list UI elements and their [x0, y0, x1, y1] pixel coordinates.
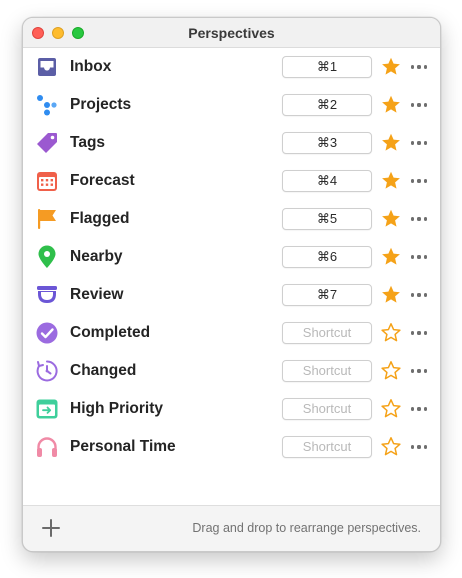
- perspectives-list: Inbox ⌘1 Projects ⌘2 Tags ⌘3 Forecast ⌘4 Flagged…: [23, 48, 440, 466]
- shortcut-field[interactable]: ⌘1: [282, 56, 372, 78]
- star-filled-icon[interactable]: [380, 170, 402, 192]
- projects-dots-icon: [35, 93, 59, 117]
- add-perspective-button[interactable]: [40, 517, 62, 539]
- rearrange-hint: Drag and drop to rearrange perspectives.: [192, 521, 421, 535]
- star-filled-icon[interactable]: [380, 246, 402, 268]
- star-filled-icon[interactable]: [380, 94, 402, 116]
- more-options-icon[interactable]: [408, 132, 430, 154]
- review-cup-icon: [35, 283, 59, 307]
- high-priority-icon: [35, 397, 59, 421]
- footer-bar: Drag and drop to rearrange perspectives.: [23, 505, 440, 551]
- star-outline-icon[interactable]: [380, 398, 402, 420]
- location-pin-icon: [35, 245, 59, 269]
- more-options-icon[interactable]: [408, 284, 430, 306]
- title-bar: Perspectives: [23, 18, 440, 48]
- more-options-icon[interactable]: [408, 56, 430, 78]
- perspective-name: Flagged: [70, 210, 130, 227]
- more-options-icon[interactable]: [408, 436, 430, 458]
- perspective-row-personal-time[interactable]: Personal Time Shortcut: [23, 428, 440, 466]
- shortcut-field[interactable]: ⌘7: [282, 284, 372, 306]
- star-filled-icon[interactable]: [380, 132, 402, 154]
- perspective-row-flagged[interactable]: Flagged ⌘5: [23, 200, 440, 238]
- star-outline-icon[interactable]: [380, 436, 402, 458]
- shortcut-field[interactable]: ⌘3: [282, 132, 372, 154]
- window-title: Perspectives: [188, 25, 275, 41]
- headphones-icon: [35, 435, 59, 459]
- star-filled-icon[interactable]: [380, 208, 402, 230]
- star-outline-icon[interactable]: [380, 360, 402, 382]
- perspective-name: Personal Time: [70, 438, 176, 455]
- perspective-name: Changed: [70, 362, 137, 379]
- perspective-name: Review: [70, 286, 124, 303]
- perspective-row-inbox[interactable]: Inbox ⌘1: [23, 48, 440, 86]
- perspective-name: Nearby: [70, 248, 123, 265]
- star-outline-icon[interactable]: [380, 322, 402, 344]
- shortcut-field[interactable]: ⌘6: [282, 246, 372, 268]
- shortcut-field[interactable]: Shortcut: [282, 322, 372, 344]
- more-options-icon[interactable]: [408, 208, 430, 230]
- perspective-name: Completed: [70, 324, 151, 341]
- perspective-row-projects[interactable]: Projects ⌘2: [23, 86, 440, 124]
- perspective-row-nearby[interactable]: Nearby ⌘6: [23, 238, 440, 276]
- shortcut-field[interactable]: Shortcut: [282, 436, 372, 458]
- perspective-name: Forecast: [70, 172, 135, 189]
- perspective-row-high-priority[interactable]: High Priority Shortcut: [23, 390, 440, 428]
- more-options-icon[interactable]: [408, 360, 430, 382]
- perspective-name: Inbox: [70, 58, 112, 75]
- more-options-icon[interactable]: [408, 322, 430, 344]
- plus-icon: [42, 519, 60, 537]
- calendar-icon: [35, 169, 59, 193]
- perspective-row-tags[interactable]: Tags ⌘3: [23, 124, 440, 162]
- shortcut-field[interactable]: ⌘2: [282, 94, 372, 116]
- checkmark-circle-icon: [35, 321, 59, 345]
- changed-clock-icon: [35, 359, 59, 383]
- star-filled-icon[interactable]: [380, 284, 402, 306]
- star-filled-icon[interactable]: [380, 56, 402, 78]
- more-options-icon[interactable]: [408, 170, 430, 192]
- perspective-name: High Priority: [70, 400, 164, 417]
- shortcut-field[interactable]: Shortcut: [282, 360, 372, 382]
- more-options-icon[interactable]: [408, 94, 430, 116]
- flag-icon: [35, 207, 59, 231]
- shortcut-field[interactable]: ⌘4: [282, 170, 372, 192]
- tag-icon: [35, 131, 59, 155]
- perspective-name: Projects: [70, 96, 132, 113]
- shortcut-field[interactable]: ⌘5: [282, 208, 372, 230]
- perspective-name: Tags: [70, 134, 106, 151]
- perspective-row-completed[interactable]: Completed Shortcut: [23, 314, 440, 352]
- shortcut-field[interactable]: Shortcut: [282, 398, 372, 420]
- perspective-row-forecast[interactable]: Forecast ⌘4: [23, 162, 440, 200]
- perspective-row-review[interactable]: Review ⌘7: [23, 276, 440, 314]
- more-options-icon[interactable]: [408, 246, 430, 268]
- perspectives-window: Perspectives Inbox ⌘1 Projects ⌘2 Tags ⌘3 Fore…: [22, 17, 441, 552]
- perspective-row-changed[interactable]: Changed Shortcut: [23, 352, 440, 390]
- inbox-tray-icon: [35, 55, 59, 79]
- more-options-icon[interactable]: [408, 398, 430, 420]
